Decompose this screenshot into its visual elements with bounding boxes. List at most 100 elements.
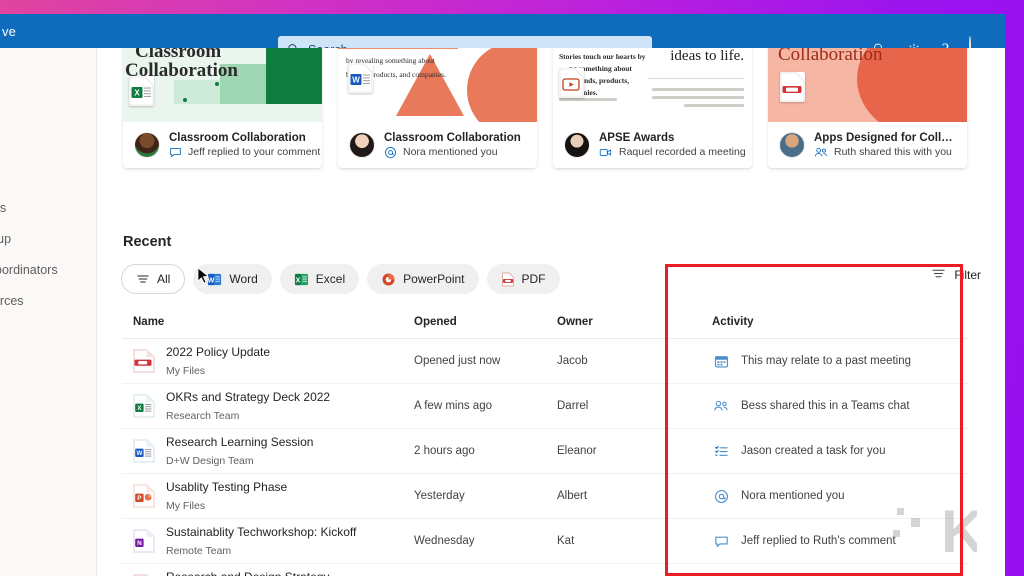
app-brand-label[interactable]: ve [0,24,16,39]
excel-icon: X [129,76,154,106]
svg-text:W: W [136,450,142,457]
comment-icon [169,146,182,159]
card-activity: Ruth shared this with you [814,146,956,159]
cell-opened: Yesterday [414,490,465,502]
cell-owner: Kat [557,535,575,547]
cell-owner: Jacob [557,355,588,367]
activity-text: Bess shared this in a Teams chat [741,400,910,412]
filter-pill-all[interactable]: All [121,264,186,294]
file-name: Research and Design Strategy [166,570,329,576]
at-mention-icon [712,489,730,504]
filter-button-label: Filter [954,268,981,282]
card-thumbnail: by revealing something about brands, pro… [338,48,537,122]
card-activity: Raquel recorded a meeting [599,146,746,159]
card-title: Apps Designed for Collab… [814,131,956,144]
recent-files-table: Name Opened Owner Activity 2022 Policy U… [122,305,969,576]
filter-pill-label: Word [229,272,258,286]
card-item[interactable]: Stories touch our hearts by ng something… [553,48,752,168]
filter-button[interactable]: Filter [931,267,981,283]
sidebar-item-2[interactable]: roup [0,232,11,246]
people-icon [814,146,828,159]
file-name: 2022 Policy Update [166,345,271,359]
card-item[interactable]: by revealing something about brands, pro… [338,48,537,168]
column-header-name[interactable]: Name [122,316,414,328]
sidebar-item-3[interactable]: Coordinators [0,263,58,277]
card-activity-text: Jeff replied to your comment [188,146,321,158]
excel-icon: X [294,272,309,287]
card-avatar [779,132,805,158]
video-file-icon [559,68,584,98]
cell-name: P Usablity Testing Phase My Files [122,478,414,514]
file-name: Research Learning Session [166,435,314,449]
cell-owner: Albert [557,490,588,502]
card-item[interactable]: Classroom Collaboration X Classroom Coll… [123,48,322,168]
pdf-icon [501,272,515,287]
activity-text: This may relate to a past meeting [741,355,912,367]
card-footer: APSE Awards Raquel recorded a meeting [553,122,752,168]
filter-icon [931,267,946,283]
svg-text:P: P [137,495,142,502]
card-footer: Classroom Collaboration Jeff replied to … [123,122,322,168]
table-header-row: Name Opened Owner Activity [122,305,969,339]
file-name: OKRs and Strategy Deck 2022 [166,390,331,404]
filter-pill-excel[interactable]: X Excel [279,264,360,294]
app-viewport: ve Search ? s ries roup C [0,14,1005,576]
card-activity-text: Nora mentioned you [403,146,498,158]
video-icon [599,146,613,159]
pdf-icon [133,349,155,373]
card-activity: Nora mentioned you [384,146,521,159]
card-item[interactable]: Collaboration Apps Designed for Collab… [768,48,967,168]
cell-activity: Nora mentioned you [687,489,969,504]
word-icon: W [207,272,222,287]
card-footer: Apps Designed for Collab… Ruth shared th… [768,122,967,168]
activity-text: Jason created a task for you [741,445,886,457]
sidebar-item-4[interactable]: ources [0,294,24,308]
card-activity-text: Raquel recorded a meeting [619,146,746,158]
table-row[interactable]: X OKRs and Strategy Deck 2022 Research T… [122,384,969,429]
filter-pill-word[interactable]: W Word [193,264,272,294]
table-row[interactable]: 2022 Policy Update My Files Opened just … [122,339,969,384]
cell-name: Research and Design Strategy My Files [122,568,414,576]
column-header-activity[interactable]: Activity [687,316,969,328]
activity-text: Nora mentioned you [741,490,845,502]
list-filter-icon [136,273,150,285]
cell-name: N Sustainablity Techworkshop: Kickoff Re… [122,523,414,559]
thumb-line-1: Stories touch our hearts by [559,52,646,61]
file-location: D+W Design Team [166,455,254,467]
table-row[interactable]: W Research Learning Session D+W Design T… [122,429,969,474]
cell-activity: This may relate to a past meeting [687,354,969,369]
cell-name: W Research Learning Session D+W Design T… [122,433,414,469]
filter-pill-label: PDF [521,272,546,286]
svg-text:N: N [137,540,142,547]
comment-icon [712,534,730,549]
cell-opened: Opened just now [414,355,501,367]
filter-pill-pdf[interactable]: PDF [486,264,560,294]
word-icon: W [133,439,155,463]
file-location: Remote Team [166,545,232,557]
cell-owner: Eleanor [557,445,597,457]
filter-pill-powerpoint[interactable]: PowerPoint [367,264,479,294]
column-header-opened[interactable]: Opened [414,316,557,328]
card-avatar [134,132,160,158]
card-avatar [349,132,375,158]
cell-opened: 2 hours ago [414,445,475,457]
svg-text:X: X [134,89,140,98]
sidebar-item-1[interactable]: ries [0,201,6,215]
column-header-owner[interactable]: Owner [557,316,687,328]
page-title: Recent [123,234,172,250]
recommended-cards: Classroom Collaboration X Classroom Coll… [123,48,967,168]
table-row[interactable]: P Usablity Testing Phase My Files Yester… [122,474,969,519]
file-location: Research Team [166,410,240,422]
card-avatar [564,132,590,158]
table-row[interactable]: Research and Design Strategy My Files Mo… [122,564,969,576]
pdf-icon [780,72,805,102]
excel-icon: X [133,394,155,418]
filter-pill-label: PowerPoint [403,272,465,286]
screenshot-root: ve Search ? s ries roup C [0,0,1024,576]
table-row[interactable]: N Sustainablity Techworkshop: Kickoff Re… [122,519,969,564]
task-list-icon [712,444,730,459]
card-footer: Classroom Collaboration Nora mentioned y… [338,122,537,168]
svg-text:X: X [295,276,300,284]
cell-activity: Bess shared this in a Teams chat [687,399,969,413]
powerpoint-icon: P [133,484,155,508]
